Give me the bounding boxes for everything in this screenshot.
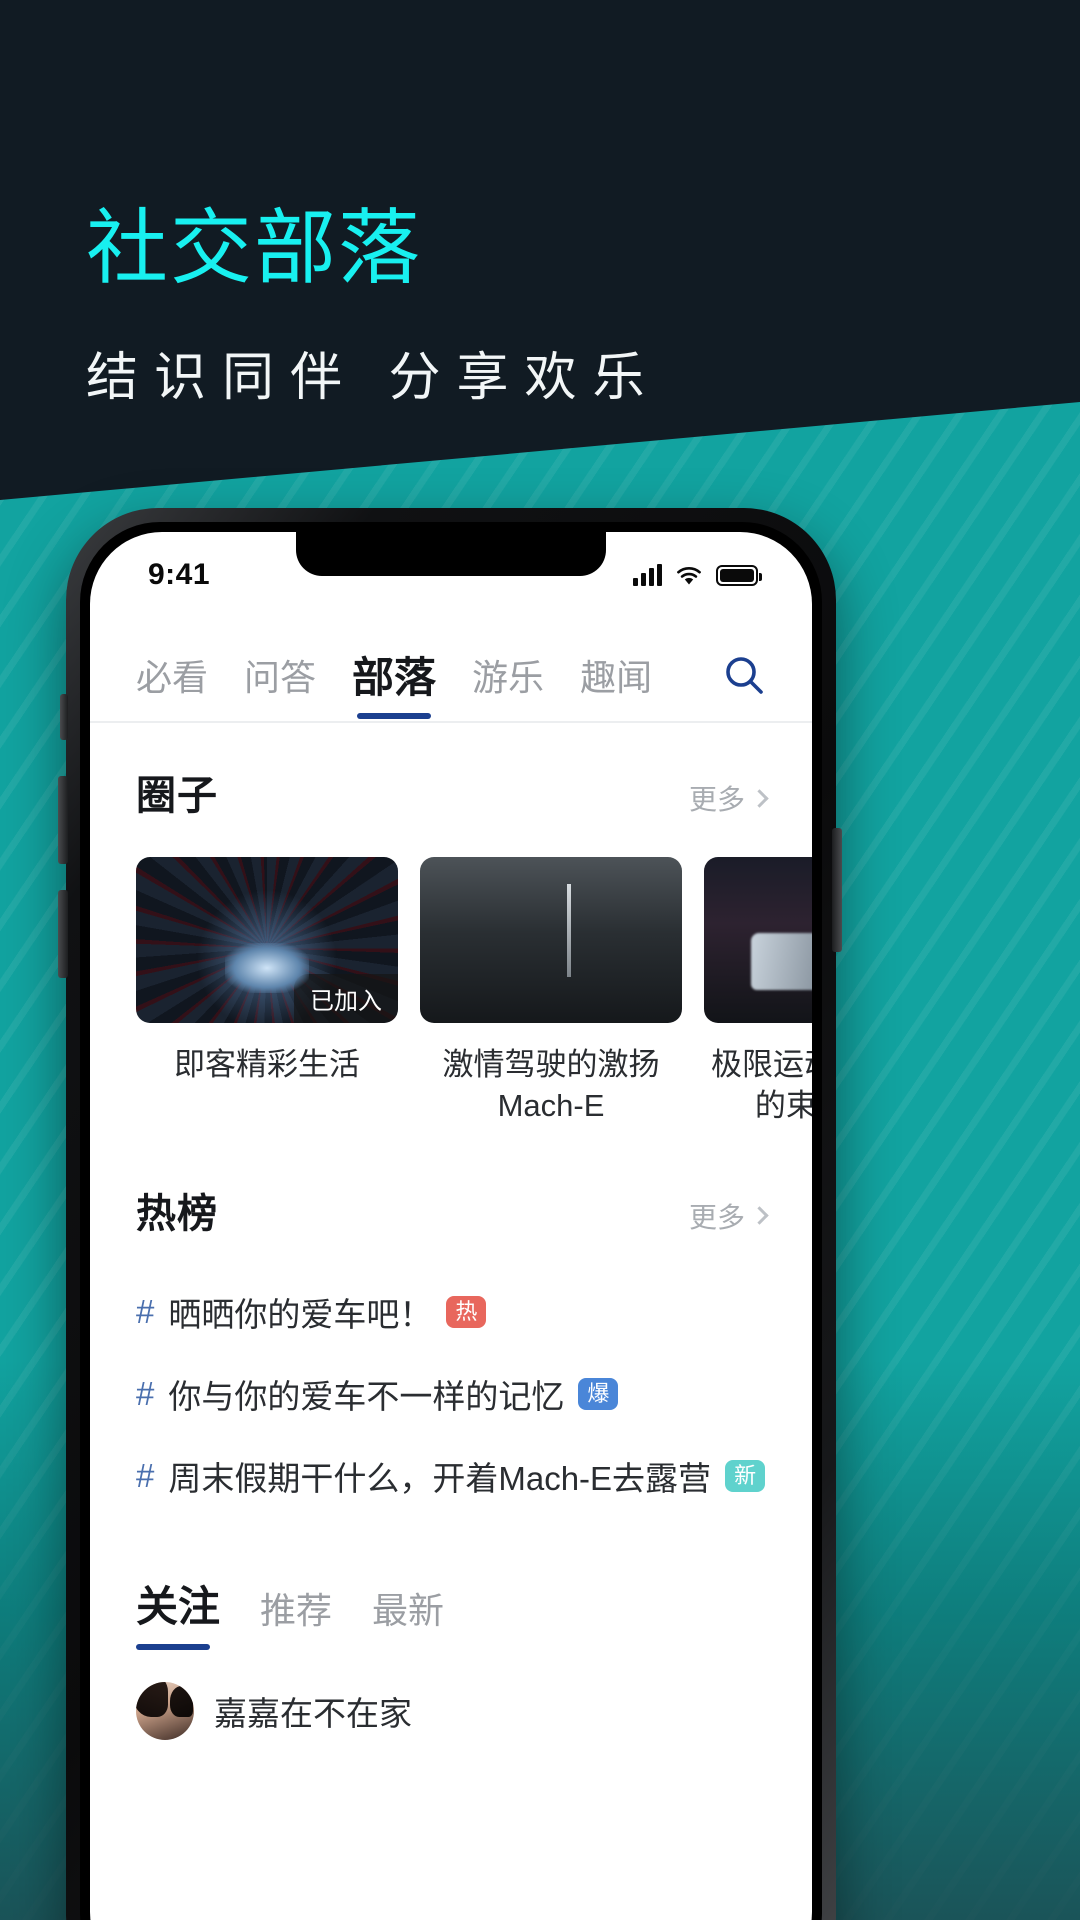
hotlist: # 晒晒你的爱车吧！ 热 # 你与你的爱车不一样的记忆 爆 # 周末假期干什么，… xyxy=(90,1239,812,1517)
circle-card-image xyxy=(420,857,682,1023)
hashtag-icon: # xyxy=(136,1456,155,1494)
circle-card-label: 激情驾驶的激扬 Mach-E xyxy=(442,1047,660,1123)
circle-card-label: 即客精彩生活 xyxy=(174,1047,360,1082)
circles-section-header: 圈子 更多 xyxy=(90,723,812,821)
status-icons xyxy=(633,564,762,586)
wifi-icon xyxy=(675,565,703,586)
hotlist-more-button[interactable]: 更多 xyxy=(688,1196,769,1236)
circle-card[interactable]: 激情驾驶的激扬 Mach-E xyxy=(420,857,682,1127)
circle-card[interactable]: 已加入 即客精彩生活 xyxy=(136,857,398,1127)
hotlist-item-badge: 热 xyxy=(446,1295,487,1328)
feed-tab-guanzhu[interactable]: 关注 xyxy=(136,1573,220,1652)
hero-subtitle: 结识同伴 分享欢乐 xyxy=(86,349,661,407)
search-icon xyxy=(726,656,763,694)
circle-card-image: 已加入 xyxy=(136,857,398,1023)
hero-title: 社交部落 xyxy=(86,203,423,294)
chevron-right-icon xyxy=(750,788,769,808)
status-bar: 9:41 xyxy=(90,532,812,618)
feed-tab-zuixin[interactable]: 最新 xyxy=(372,1582,444,1652)
hotlist-item[interactable]: # 晒晒你的爱车吧！ 热 xyxy=(136,1271,766,1353)
phone-screen: 9:41 必看 问答 部落 游乐 趣闻 圈子 更多 已加入 即客精彩生活 激情驾… xyxy=(90,532,812,1920)
hashtag-icon: # xyxy=(136,1292,155,1330)
tab-wenda[interactable]: 问答 xyxy=(244,649,316,717)
phone-volume-down-button xyxy=(58,890,68,978)
circle-card-label: 极限运动突破自我 的束缚ing... xyxy=(711,1047,812,1123)
tab-youle[interactable]: 游乐 xyxy=(472,649,544,717)
phone-power-button xyxy=(832,828,842,952)
circles-more-button[interactable]: 更多 xyxy=(688,778,769,818)
feed-tab-tuijian[interactable]: 推荐 xyxy=(260,1582,332,1652)
hotlist-item-text: 周末假期干什么，开着Mach-E去露营 xyxy=(168,1459,712,1497)
tab-bikan[interactable]: 必看 xyxy=(136,649,208,717)
hotlist-item[interactable]: # 周末假期干什么，开着Mach-E去露营 新 xyxy=(136,1435,766,1517)
phone-mute-switch xyxy=(60,694,68,740)
circles-card-list[interactable]: 已加入 即客精彩生活 激情驾驶的激扬 Mach-E 极限运动突破自我 的束缚in… xyxy=(90,821,812,1127)
circles-more-label: 更多 xyxy=(688,784,745,815)
phone-mockup: 9:41 必看 问答 部落 游乐 趣闻 圈子 更多 已加入 即客精彩生活 激情驾… xyxy=(66,508,836,1920)
battery-full-icon xyxy=(716,564,762,586)
feed-tab-bar[interactable]: 关注 推荐 最新 xyxy=(90,1517,812,1652)
top-tab-bar[interactable]: 必看 问答 部落 游乐 趣闻 xyxy=(90,618,812,721)
hotlist-item-text: 晒晒你的爱车吧！ xyxy=(168,1295,433,1333)
circles-title: 圈子 xyxy=(136,774,218,818)
status-time: 9:41 xyxy=(148,558,211,591)
hotlist-item-text: 你与你的爱车不一样的记忆 xyxy=(168,1377,565,1415)
phone-bezel: 9:41 必看 问答 部落 游乐 趣闻 圈子 更多 已加入 即客精彩生活 激情驾… xyxy=(80,522,822,1920)
hotlist-title: 热榜 xyxy=(136,1191,218,1236)
hotlist-item-badge: 爆 xyxy=(578,1377,619,1410)
signal-bars-icon xyxy=(633,564,662,586)
joined-badge: 已加入 xyxy=(294,974,398,1023)
chevron-right-icon xyxy=(750,1206,769,1226)
phone-volume-up-button xyxy=(58,776,68,864)
circle-card-image xyxy=(704,857,812,1023)
hotlist-section-header: 热榜 更多 xyxy=(90,1127,812,1239)
hotlist-item-badge: 新 xyxy=(725,1459,766,1492)
search-button[interactable] xyxy=(722,653,766,713)
tab-buluo[interactable]: 部落 xyxy=(352,644,436,721)
hotlist-item[interactable]: # 你与你的爱车不一样的记忆 爆 xyxy=(136,1353,766,1435)
feed-post-header[interactable]: 嘉嘉在不在家 xyxy=(90,1652,812,1740)
feed-post-username: 嘉嘉在不在家 xyxy=(214,1694,412,1732)
circle-card[interactable]: 极限运动突破自我 的束缚ing... xyxy=(704,857,812,1127)
avatar[interactable] xyxy=(136,1681,194,1740)
hashtag-icon: # xyxy=(136,1374,155,1412)
tab-quwen[interactable]: 趣闻 xyxy=(580,649,652,717)
hotlist-more-label: 更多 xyxy=(688,1201,745,1233)
